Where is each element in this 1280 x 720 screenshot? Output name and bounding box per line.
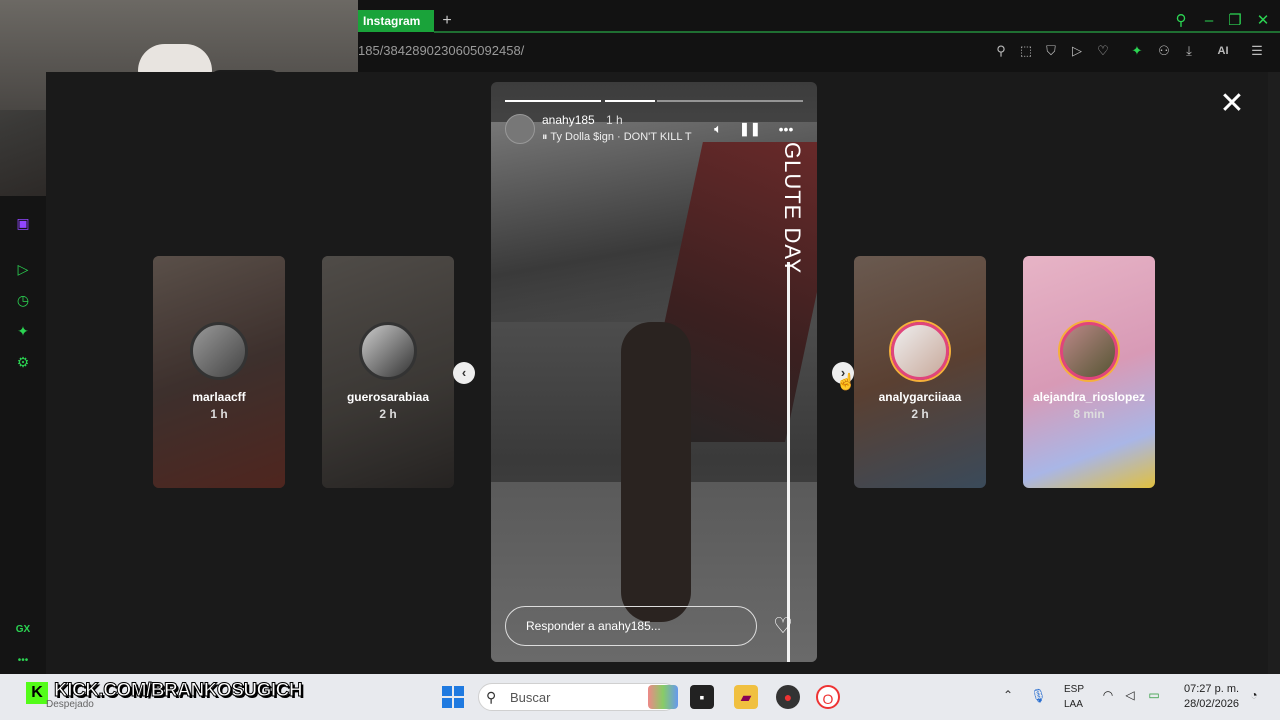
- clock-time[interactable]: 07:27 p. m.: [1184, 683, 1239, 695]
- pin-icon[interactable]: ⚲: [992, 42, 1010, 60]
- story-card-left-1[interactable]: marlaacff 1 h: [153, 256, 285, 488]
- search-icon[interactable]: ⚲: [1172, 12, 1190, 30]
- address-bar[interactable]: 185/3842890230605092458/: [358, 43, 524, 58]
- widgets-icon[interactable]: [648, 685, 678, 709]
- file-explorer-icon[interactable]: ▰: [734, 685, 758, 709]
- tab-strip-divider: [434, 31, 1280, 33]
- avatar: [891, 322, 949, 380]
- story-time: 1 h: [210, 407, 228, 421]
- windows-start-icon[interactable]: [442, 686, 464, 708]
- music-title: Ty Dolla $ign · DON'T KILL T: [550, 131, 692, 143]
- new-tab-button[interactable]: +: [438, 12, 456, 30]
- snapshot-icon[interactable]: ⬚: [1017, 42, 1035, 60]
- battery-icon[interactable]: ▭: [1146, 688, 1162, 704]
- heart-icon[interactable]: ♡: [1094, 42, 1112, 60]
- wifi-icon[interactable]: ◠: [1100, 688, 1116, 704]
- settings-icon[interactable]: ⚙: [14, 353, 32, 371]
- reply-input[interactable]: Responder a anahy185...: [505, 606, 757, 646]
- opera-gx-app-icon[interactable]: ●: [776, 685, 800, 709]
- more-icon[interactable]: •••: [14, 652, 32, 670]
- story-image-person: [621, 322, 691, 622]
- microphone-icon[interactable]: 🎙︎: [1030, 688, 1047, 706]
- tab-instagram[interactable]: Instagram: [358, 10, 434, 32]
- weather-label: Despejado: [46, 699, 94, 710]
- story-time: 1 h: [606, 113, 623, 127]
- gx-corner-label[interactable]: GX: [14, 621, 32, 639]
- volume-icon[interactable]: 🔈︎: [709, 120, 727, 138]
- speaker-icon[interactable]: ◁: [1122, 688, 1138, 704]
- terminal-app-icon[interactable]: ▪: [690, 685, 714, 709]
- minimize-icon[interactable]: –: [1200, 12, 1218, 30]
- tab-label: Instagram: [363, 14, 421, 28]
- previous-story-button[interactable]: ‹: [453, 362, 475, 384]
- story-username[interactable]: anahy185: [542, 113, 595, 127]
- story-card-right-1[interactable]: analygarciiaaa 2 h: [854, 256, 986, 488]
- avatar: [359, 322, 417, 380]
- story-time: 8 min: [1073, 407, 1105, 421]
- scrollbar[interactable]: [1268, 72, 1280, 674]
- avatar: [190, 322, 248, 380]
- ai-label: AI: [1217, 45, 1229, 57]
- progress-segment: [605, 100, 655, 102]
- story-sticker-line: [787, 262, 790, 662]
- story-username: alejandra_rioslopez: [1032, 390, 1146, 404]
- story-username: marlaacff: [192, 390, 246, 404]
- download-icon[interactable]: ⤓: [1180, 42, 1198, 60]
- story-username: analygarciiaaa: [878, 390, 962, 404]
- like-heart-icon[interactable]: ♡: [771, 614, 795, 638]
- extensions-icon[interactable]: ✦: [1128, 42, 1146, 60]
- play-icon[interactable]: ▷: [1068, 42, 1086, 60]
- language-indicator[interactable]: ESP: [1064, 684, 1084, 695]
- kick-logo-icon: K: [26, 682, 48, 704]
- progress-segment: [505, 100, 601, 102]
- avatar: [1060, 322, 1118, 380]
- close-window-icon[interactable]: ✕: [1254, 12, 1272, 30]
- progress-segment: [657, 100, 803, 102]
- ai-button[interactable]: AI: [1208, 42, 1238, 60]
- menu-icon[interactable]: ☰: [1248, 42, 1266, 60]
- taskbar-search-placeholder: Buscar: [510, 690, 551, 705]
- story-time: 2 h: [379, 407, 397, 421]
- story-time: 2 h: [911, 407, 929, 421]
- profile-icon[interactable]: ⚇: [1155, 42, 1173, 60]
- search-magnifier-icon: ⚲: [486, 689, 497, 705]
- story-sticker-text: GLUTE DAY: [780, 142, 805, 275]
- extensions-sidebar-icon[interactable]: ✦: [14, 322, 32, 340]
- opera-app-icon[interactable]: O: [816, 685, 840, 709]
- notifications-icon[interactable]: ◔: [1246, 688, 1262, 704]
- tray-overflow-icon[interactable]: ⌃: [1000, 688, 1016, 704]
- more-options-icon[interactable]: •••: [775, 120, 797, 138]
- story-avatar[interactable]: [505, 114, 535, 144]
- story-card-right-2[interactable]: alejandra_rioslopez 8 min: [1023, 256, 1155, 488]
- story-music-label[interactable]: ⏸ Ty Dolla $ign · DON'T KILL T: [542, 131, 702, 144]
- clock-date[interactable]: 28/02/2026: [1184, 698, 1239, 710]
- story-card-left-2[interactable]: guerosarabiaa 2 h: [322, 256, 454, 488]
- shield-icon[interactable]: ⛉: [1042, 42, 1060, 60]
- story-username: guerosarabiaa: [346, 390, 430, 404]
- keyboard-layout-indicator[interactable]: LAA: [1064, 699, 1083, 710]
- history-icon[interactable]: ◷: [14, 291, 32, 309]
- twitch-icon[interactable]: ▣: [14, 214, 32, 232]
- maximize-icon[interactable]: ❐: [1226, 12, 1244, 30]
- pause-icon[interactable]: ❚❚: [739, 120, 761, 138]
- close-viewer-icon[interactable]: ✕: [1218, 89, 1246, 119]
- mouse-cursor-icon: ☝: [836, 374, 856, 391]
- main-story[interactable]: anahy185 1 h ⏸ Ty Dolla $ign · DON'T KIL…: [491, 82, 817, 662]
- player-icon[interactable]: ▷: [14, 260, 32, 278]
